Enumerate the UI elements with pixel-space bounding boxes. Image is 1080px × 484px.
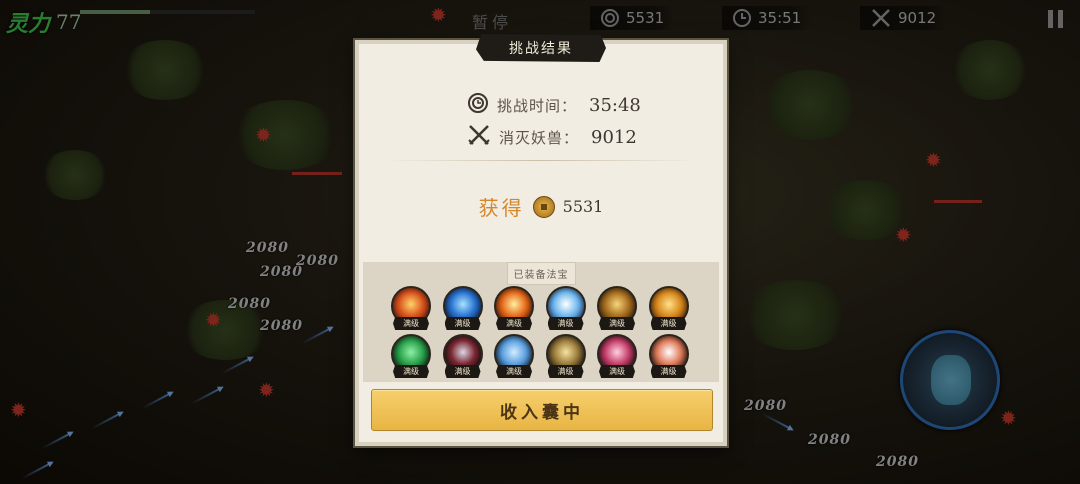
treasure-level-badge: 满级 xyxy=(599,365,635,378)
treasure-jade-stone[interactable]: 满级 xyxy=(391,334,431,378)
treasure-golden-talisman[interactable]: 满级 xyxy=(648,286,689,330)
treasure-red-dagger[interactable]: 满级 xyxy=(442,334,483,378)
stat-label: 消灭妖兽： xyxy=(499,128,580,147)
treasure-level-badge: 满级 xyxy=(547,365,584,378)
reward-row: 获得 5531 xyxy=(359,192,723,221)
treasure-level-badge: 满级 xyxy=(496,317,532,330)
treasure-fire-orb[interactable]: 满级 xyxy=(391,286,431,330)
treasure-level-badge: 满级 xyxy=(650,317,687,330)
treasure-level-badge: 满级 xyxy=(650,365,687,378)
challenge-result-dialog: 挑战结果 挑战时间： 35:48 消灭妖兽： 9012 获得 5531 已装备法… xyxy=(355,34,727,446)
coin-icon xyxy=(532,195,555,218)
crossed-swords-icon xyxy=(467,124,491,150)
treasure-flame-burst[interactable]: 满级 xyxy=(494,286,534,330)
treasure-level-badge: 满级 xyxy=(496,365,532,378)
treasure-level-badge: 满级 xyxy=(547,317,584,330)
treasure-heading: 已装备法宝 xyxy=(506,262,576,285)
treasure-golden-beast[interactable]: 满级 xyxy=(545,334,586,378)
treasure-grid: 满级 满级 满级 满级 满级 满级 满级 满级 满级 满级 满级 满级 xyxy=(391,286,689,378)
treasure-level-badge: 满级 xyxy=(599,317,635,330)
treasure-level-badge: 满级 xyxy=(444,317,481,330)
equipped-treasures-panel: 已装备法宝 满级 满级 满级 满级 满级 满级 满级 满级 满级 满级 满级 满级 xyxy=(363,262,719,382)
treasure-red-bowl[interactable]: 满级 xyxy=(597,334,637,378)
collect-button-label: 收入囊中 xyxy=(500,402,584,423)
reward-label: 获得 xyxy=(478,196,525,220)
collect-button[interactable]: 收入囊中 xyxy=(371,389,713,431)
clock-icon xyxy=(467,92,489,118)
treasure-level-badge: 满级 xyxy=(393,365,429,378)
stat-label: 挑战时间： xyxy=(497,96,578,115)
treasure-ice-shards[interactable]: 满级 xyxy=(545,286,586,330)
stat-value: 9012 xyxy=(591,126,637,148)
stat-monsters-slain: 消灭妖兽： 9012 xyxy=(467,124,637,150)
dialog-title: 挑战结果 xyxy=(509,41,573,57)
dialog-title-banner: 挑战结果 xyxy=(476,34,606,62)
treasure-level-badge: 满级 xyxy=(444,365,481,378)
treasure-level-badge: 满级 xyxy=(393,317,429,330)
stat-value: 35:48 xyxy=(589,94,641,116)
treasure-blue-vortex[interactable]: 满级 xyxy=(442,286,483,330)
treasure-blue-boots[interactable]: 满级 xyxy=(494,334,534,378)
treasure-golden-dragon[interactable]: 满级 xyxy=(597,286,637,330)
treasure-silver-shield[interactable]: 满级 xyxy=(648,334,689,378)
divider xyxy=(383,160,699,161)
reward-value: 5531 xyxy=(562,197,604,216)
stat-challenge-time: 挑战时间： 35:48 xyxy=(467,92,641,118)
